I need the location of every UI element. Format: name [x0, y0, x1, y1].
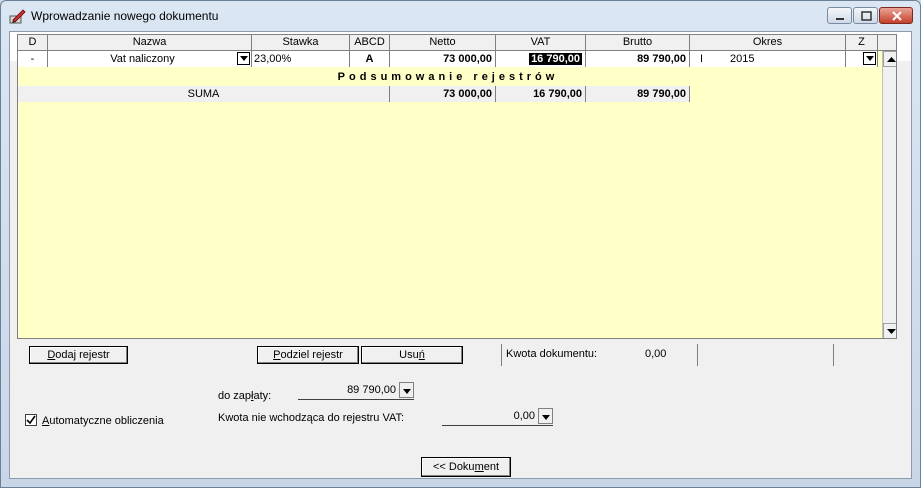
sum-brutto: 89 790,00 [586, 86, 690, 102]
auto-calc-checkbox[interactable] [25, 414, 37, 426]
col-header-vat[interactable]: VAT [496, 35, 586, 50]
cell-z[interactable] [846, 51, 878, 67]
split-register-button[interactable]: Podziel rejestr [257, 346, 359, 364]
cell-vat-selected-text: 16 790,00 [529, 53, 582, 65]
cell-abcd[interactable]: A [350, 51, 390, 67]
title-bar[interactable]: Wprowadzanie nowego dokumentu [1, 1, 920, 31]
register-toolbar: Dodaj rejestr Podziel rejestr Usuń Kwota… [25, 344, 881, 366]
scroll-up-button[interactable] [883, 51, 896, 67]
z-dropdown-button[interactable] [863, 52, 876, 65]
minimize-button[interactable] [827, 7, 852, 24]
registers-grid: D Nazwa Stawka ABCD Netto VAT Brutto Okr… [17, 34, 897, 339]
chevron-down-icon [542, 415, 550, 420]
col-header-brutto[interactable]: Brutto [586, 35, 690, 50]
col-header-z[interactable]: Z [846, 35, 878, 50]
cell-vat[interactable]: 16 790,00 [496, 51, 586, 67]
cell-okres[interactable]: I 2015 [690, 51, 846, 67]
nazwa-dropdown-button[interactable] [237, 52, 250, 65]
chevron-down-icon [403, 389, 411, 394]
chevron-down-icon [240, 56, 248, 61]
maximize-icon [861, 11, 872, 21]
arrow-up-icon [887, 57, 896, 62]
to-pay-label: do zapłaty: [218, 390, 272, 402]
nonvat-dropdown-button[interactable] [538, 408, 553, 424]
summary-title: Podsumowanie rejestrów [337, 71, 559, 83]
add-register-button[interactable]: Dodaj rejestr [29, 346, 128, 364]
maximize-button[interactable] [853, 7, 878, 24]
delete-register-button[interactable]: Usuń [361, 346, 463, 364]
col-header-d[interactable]: D [18, 35, 48, 50]
nonvat-amount-label: Kwota nie wchodząca do rejestru VAT: [218, 412, 405, 424]
close-icon [892, 11, 902, 21]
scroll-down-button[interactable] [883, 323, 896, 338]
nonvat-amount-value: 0,00 [513, 410, 535, 422]
col-header-netto[interactable]: Netto [390, 35, 496, 50]
arrow-down-icon [887, 329, 896, 334]
document-amount-label: Kwota dokumentu: [506, 348, 598, 360]
col-header-okres[interactable]: Okres [690, 35, 846, 50]
toolbar-divider [833, 344, 834, 366]
grid-header: D Nazwa Stawka ABCD Netto VAT Brutto Okr… [18, 35, 896, 51]
toolbar-divider [697, 344, 698, 366]
vertical-scrollbar[interactable] [882, 51, 896, 338]
to-pay-value: 89 790,00 [347, 384, 396, 396]
cell-nazwa-text: Vat naliczony [110, 53, 175, 65]
cell-netto[interactable]: 73 000,00 [390, 51, 496, 67]
table-row[interactable]: - Vat naliczony 23,00% A 73 000,00 16 79… [18, 51, 878, 67]
minimize-icon [836, 18, 844, 20]
chevron-down-icon [866, 56, 874, 61]
cell-okres-year: 2015 [730, 53, 755, 65]
close-button[interactable] [879, 7, 913, 24]
to-pay-dropdown-button[interactable] [399, 382, 414, 398]
document-amount-value: 0,00 [645, 348, 667, 360]
cell-brutto[interactable]: 89 790,00 [586, 51, 690, 67]
col-header-nazwa[interactable]: Nazwa [48, 35, 252, 50]
sum-netto: 73 000,00 [390, 86, 496, 102]
nonvat-amount-field[interactable]: 0,00 [442, 408, 553, 426]
col-header-abcd[interactable]: ABCD [350, 35, 390, 50]
cell-nazwa[interactable]: Vat naliczony [48, 51, 252, 67]
sum-label: SUMA [18, 86, 390, 102]
cell-okres-prefix: I [700, 53, 704, 65]
sum-vat: 16 790,00 [496, 86, 586, 102]
cell-stawka[interactable]: 23,00% [252, 51, 350, 67]
to-pay-field[interactable]: 89 790,00 [298, 382, 414, 400]
dialog-window: Wprowadzanie nowego dokumentu D Nazwa St… [0, 0, 921, 488]
toolbar-divider [501, 344, 502, 366]
back-to-document-button[interactable]: << Dokument [421, 457, 511, 477]
cell-d[interactable]: - [18, 51, 48, 67]
col-header-stawka[interactable]: Stawka [252, 35, 350, 50]
pen-document-icon [9, 9, 26, 24]
auto-calc-label[interactable]: Automatyczne obliczenia [42, 415, 164, 427]
checkmark-icon [26, 415, 36, 425]
sum-row: SUMA 73 000,00 16 790,00 89 790,00 [18, 86, 878, 102]
window-title: Wprowadzanie nowego dokumentu [31, 9, 219, 23]
